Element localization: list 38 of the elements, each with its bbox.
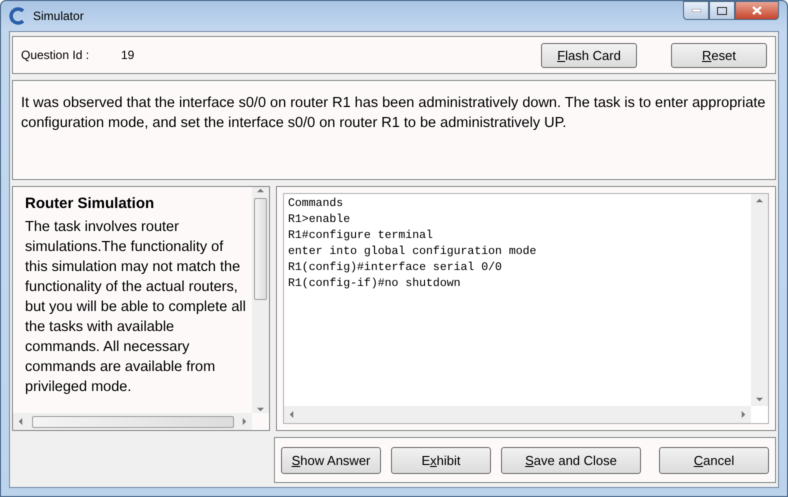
close-button[interactable] <box>735 1 779 20</box>
console-line: Commands <box>288 196 344 212</box>
scroll-up-icon[interactable] <box>756 197 763 204</box>
console-line: enter into global configuration mode <box>288 244 538 260</box>
scroll-left-icon[interactable] <box>288 411 295 418</box>
command-console[interactable]: Commands R1>enable R1#configure terminal enter into global configuration mode R1(config)#interface serial 0/0 R1(config-if)#no shutdown <box>283 193 769 424</box>
scroll-down-icon[interactable] <box>257 406 264 413</box>
dialog-button[interactable]: Cancel <box>659 446 769 474</box>
question-id-label: Question Id : <box>21 48 90 62</box>
vertical-scrollbar[interactable] <box>751 194 768 406</box>
scroll-right-icon[interactable] <box>740 411 747 418</box>
dialog-button[interactable]: Show Answer <box>281 446 381 474</box>
scroll-left-icon[interactable] <box>17 418 24 425</box>
minimize-button[interactable] <box>683 1 709 20</box>
scroll-right-icon[interactable] <box>241 418 248 425</box>
scroll-down-icon[interactable] <box>756 396 763 403</box>
maximize-button[interactable] <box>709 1 735 20</box>
info-title: Router Simulation <box>25 195 156 212</box>
reset-button[interactable]: Reset <box>671 42 767 68</box>
maximize-icon <box>717 6 727 14</box>
minimize-icon <box>692 9 700 12</box>
question-id-value: 19 <box>121 48 134 62</box>
horizontal-scrollbar[interactable] <box>13 413 252 430</box>
app-logo-icon <box>9 7 27 25</box>
console-line: R1(config-if)#no shutdown <box>288 276 462 292</box>
scroll-up-icon[interactable] <box>257 187 264 194</box>
flash-card-button[interactable]: Flash Card <box>541 42 637 68</box>
question-text: It was observed that the interface s0/0 on router R1 has been administratively down. The task is to enter appropriate configuration mode, and set the interface s0/0 on router R1 to be administratively UP. <box>12 80 776 180</box>
console-line: R1(config)#interface serial 0/0 <box>288 260 503 276</box>
dialog-button[interactable]: Exhibit <box>391 446 491 474</box>
info-text: The task involves router simulations.The functionality of this simulation may not match the functionality of the actual routers, but you will be able to complete all the tasks with available commands. All necessary commands are available from privileged mode. <box>25 218 247 397</box>
horizontal-scrollbar[interactable] <box>284 406 751 423</box>
window-title: Simulator <box>33 9 84 23</box>
close-icon <box>752 6 762 15</box>
vertical-scrollbar[interactable] <box>252 187 269 413</box>
console-line: R1#configure terminal <box>288 228 434 244</box>
dialog-button[interactable]: Save and Close <box>501 446 641 474</box>
console-line: R1>enable <box>288 212 352 228</box>
